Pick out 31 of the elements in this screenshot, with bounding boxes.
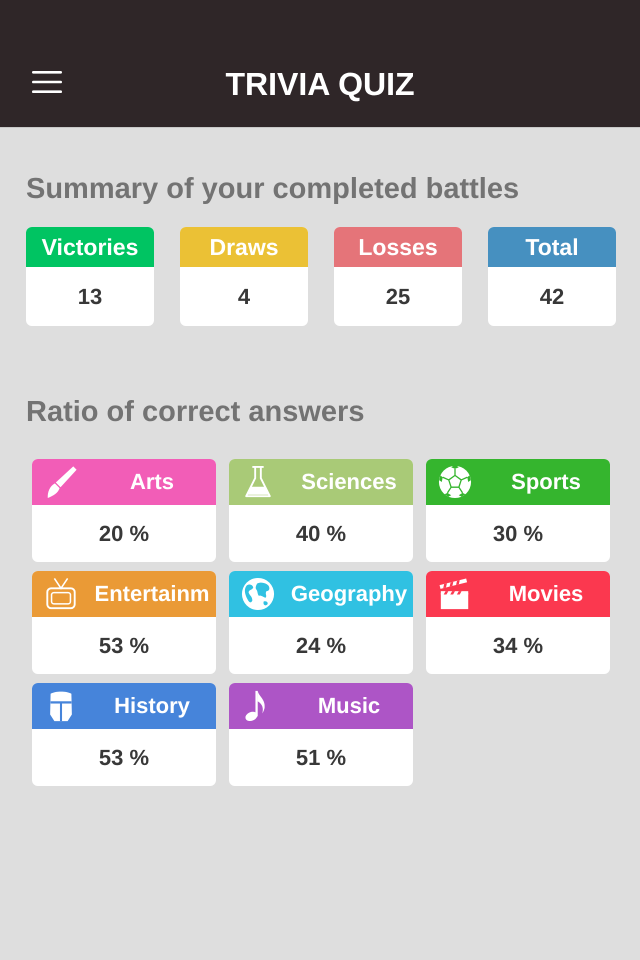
category-percent: 53 % [98, 632, 150, 658]
category-label: Sciences [301, 468, 397, 496]
globe-icon [241, 577, 275, 611]
menu-icon[interactable] [32, 71, 62, 93]
category-percent: 34 % [492, 632, 544, 658]
section-heading: Summary of your completed battles [25, 172, 520, 207]
category-percent: 30 % [492, 520, 544, 546]
stat-label: Draws [209, 233, 279, 261]
category-label: Sports [511, 468, 581, 496]
category-label: Geography [290, 580, 408, 608]
category-percent: 53 % [98, 744, 150, 770]
category-percent: 40 % [296, 520, 346, 546]
category-label: Music [318, 692, 380, 720]
soccer-ball-icon [438, 465, 472, 499]
stat-label: Total [525, 233, 579, 261]
category-label: Arts [130, 468, 174, 496]
category-label: History [114, 692, 190, 720]
stat-value: 25 [386, 284, 410, 310]
category-label: Movies [508, 580, 584, 608]
section-heading: Ratio of correct answers [25, 395, 366, 430]
category-percent: 24 % [296, 632, 346, 658]
stat-value: 13 [78, 284, 102, 310]
category-percent: 20 % [98, 520, 150, 546]
tv-icon [44, 577, 78, 611]
stat-value: 4 [238, 284, 250, 310]
category-percent: 51 % [296, 744, 346, 770]
stat-label: Victories [42, 233, 138, 261]
stat-label: Losses [358, 233, 438, 261]
app-title: TRIVIA QUIZ [225, 64, 415, 104]
category-label: Entertainm [94, 580, 210, 608]
stat-value: 42 [540, 284, 564, 310]
